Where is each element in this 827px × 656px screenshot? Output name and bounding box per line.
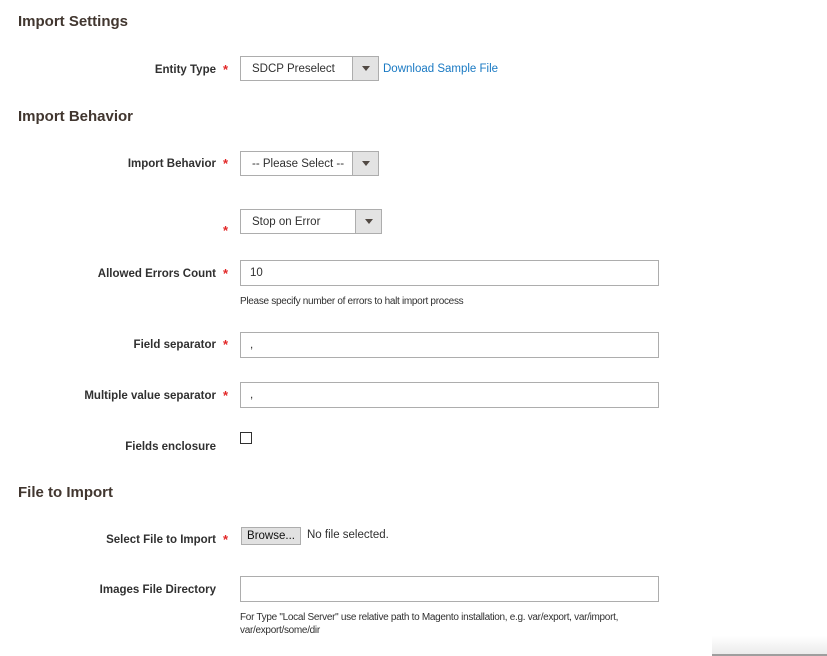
- required-marker: *: [223, 337, 229, 352]
- required-marker: *: [223, 156, 229, 171]
- required-marker: *: [223, 532, 229, 547]
- entity-type-value: SDCP Preselect: [252, 62, 335, 75]
- images-file-directory-label: Images File Directory: [99, 584, 216, 596]
- multiple-value-separator-input[interactable]: ,: [240, 382, 659, 408]
- required-marker: *: [223, 388, 229, 403]
- import-behavior-select[interactable]: -- Please Select --: [240, 151, 379, 176]
- import-settings-heading: Import Settings: [18, 13, 129, 30]
- select-file-label: Select File to Import: [106, 534, 216, 546]
- allowed-errors-note: Please specify number of errors to halt …: [240, 296, 464, 307]
- images-file-directory-input[interactable]: [240, 576, 659, 602]
- required-marker: *: [223, 266, 229, 281]
- required-marker: *: [223, 62, 229, 77]
- validation-strategy-value: Stop on Error: [252, 215, 321, 228]
- dropdown-arrow-icon[interactable]: [352, 152, 378, 175]
- images-dir-note-line2: var/export/some/dir: [240, 625, 320, 636]
- allowed-errors-input[interactable]: 10: [240, 260, 659, 286]
- file-status: No file selected.: [307, 529, 389, 541]
- download-sample-file-link[interactable]: Download Sample File: [383, 63, 498, 75]
- import-behavior-heading: Import Behavior: [18, 108, 134, 125]
- field-separator-input[interactable]: ,: [240, 332, 659, 358]
- dropdown-arrow-icon[interactable]: [352, 57, 378, 80]
- required-marker: *: [223, 223, 229, 238]
- browse-button[interactable]: Browse...: [241, 527, 301, 545]
- entity-type-select[interactable]: SDCP Preselect: [240, 56, 379, 81]
- fields-enclosure-checkbox[interactable]: [240, 432, 252, 444]
- import-behavior-value: -- Please Select --: [252, 157, 345, 170]
- fields-enclosure-label: Fields enclosure: [125, 441, 216, 453]
- validation-strategy-select[interactable]: Stop on Error: [240, 209, 382, 234]
- field-separator-label: Field separator: [133, 339, 216, 351]
- import-behavior-label: Import Behavior: [127, 158, 216, 170]
- multiple-value-separator-label: Multiple value separator: [84, 390, 216, 402]
- allowed-errors-label: Allowed Errors Count: [97, 268, 216, 280]
- images-dir-note-line1: For Type "Local Server" use relative pat…: [240, 612, 619, 623]
- file-to-import-heading: File to Import: [18, 484, 113, 501]
- entity-type-label: Entity Type: [154, 64, 216, 76]
- bottom-panel-edge: [712, 636, 827, 656]
- dropdown-arrow-icon[interactable]: [355, 210, 381, 233]
